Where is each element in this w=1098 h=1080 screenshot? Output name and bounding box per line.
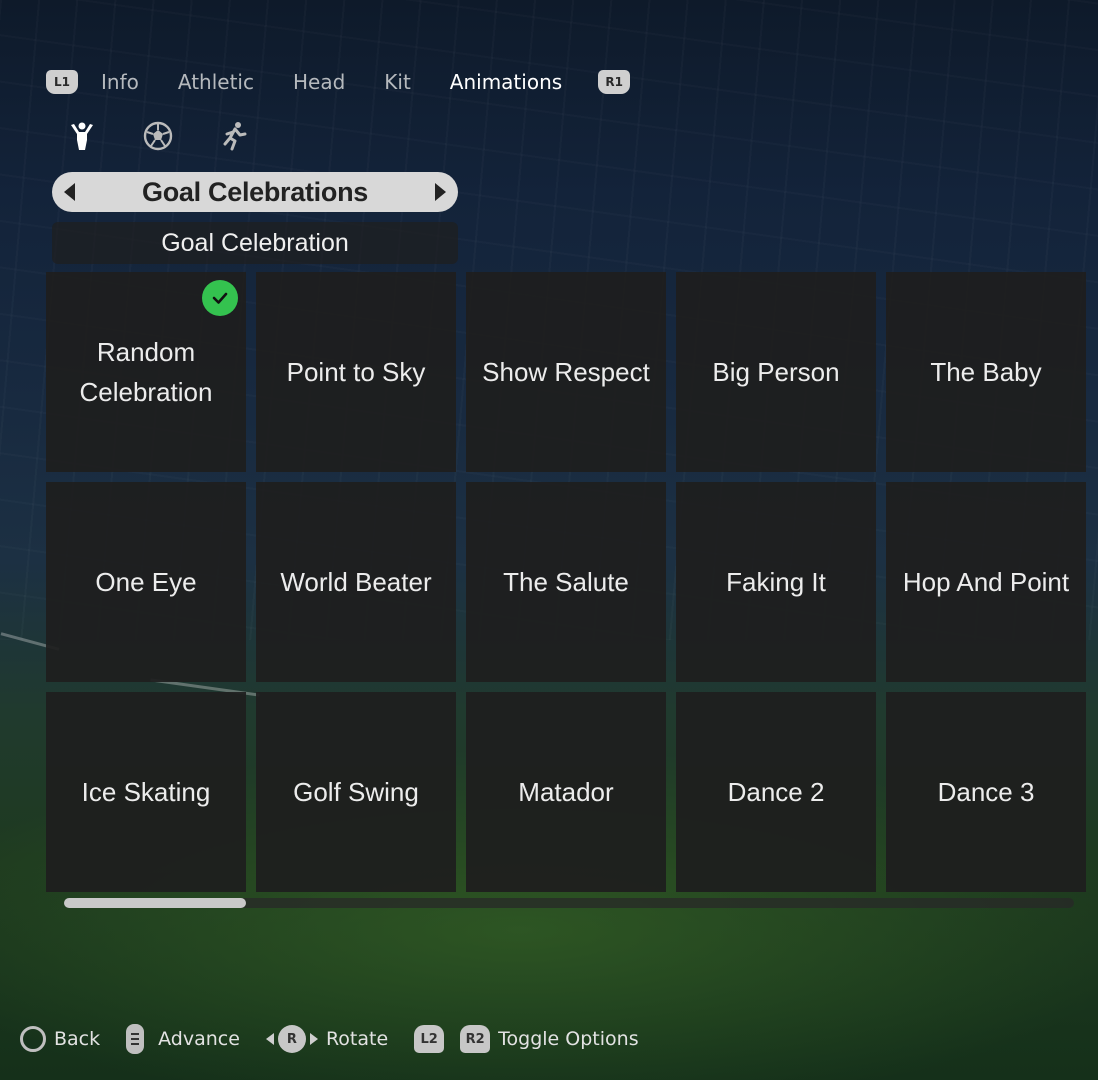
button-hints: Back Advance R Rotate L2 R2 Toggle Optio… <box>20 1020 665 1058</box>
celebration-tile[interactable]: Faking It <box>676 482 876 682</box>
celebration-tile[interactable]: Matador <box>466 692 666 892</box>
celebration-tile[interactable]: Golf Swing <box>256 692 456 892</box>
tile-label: Point to Sky <box>286 357 426 387</box>
section-header-label: Goal Celebration <box>161 228 349 257</box>
l2-button-icon: L2 <box>414 1025 445 1053</box>
ball-icon[interactable] <box>140 118 176 154</box>
left-triangle-icon <box>265 1033 274 1045</box>
r1-button-icon[interactable]: R1 <box>598 70 631 94</box>
celebration-tile[interactable]: World Beater <box>256 482 456 682</box>
toggle-options-hint[interactable]: L2 R2 Toggle Options <box>414 1025 639 1053</box>
celebration-tile[interactable]: Show Respect <box>466 272 666 472</box>
celebration-icon[interactable] <box>64 118 100 154</box>
advance-label: Advance <box>158 1028 240 1050</box>
tile-label: Hop And Point <box>902 567 1070 597</box>
touchpad-button-icon <box>126 1024 145 1054</box>
celebration-grid: Random Celebration Point to Sky Show Res… <box>46 272 1086 892</box>
tile-label: Ice Skating <box>81 777 211 807</box>
tile-label: World Beater <box>280 567 432 597</box>
tile-label: Random Celebration <box>79 337 213 407</box>
circle-button-icon <box>20 1026 46 1052</box>
tab-head[interactable]: Head <box>293 70 345 94</box>
celebration-tile[interactable]: Dance 3 <box>886 692 1086 892</box>
celebration-tile[interactable]: Hop And Point <box>886 482 1086 682</box>
left-arrow-icon[interactable] <box>64 183 75 201</box>
horizontal-scrollbar[interactable] <box>64 898 1074 908</box>
celebration-tile[interactable]: The Salute <box>466 482 666 682</box>
celebration-tile[interactable]: Dance 2 <box>676 692 876 892</box>
tile-label: Faking It <box>726 567 826 597</box>
celebration-tile[interactable]: Point to Sky <box>256 272 456 472</box>
celebration-tile[interactable]: The Baby <box>886 272 1086 472</box>
tile-label: Dance 2 <box>727 777 825 807</box>
celebration-tile[interactable]: Big Person <box>676 272 876 472</box>
rotate-label: Rotate <box>325 1028 389 1050</box>
selector-label: Goal Celebrations <box>142 176 368 207</box>
r2-button-icon: R2 <box>460 1025 491 1053</box>
tile-label: The Salute <box>503 567 629 597</box>
back-hint[interactable]: Back <box>20 1026 100 1052</box>
tile-label: One Eye <box>95 567 197 597</box>
tile-label: Dance 3 <box>937 777 1035 807</box>
celebration-tile[interactable]: One Eye <box>46 482 246 682</box>
running-icon[interactable] <box>216 118 252 154</box>
right-arrow-icon[interactable] <box>435 183 446 201</box>
tile-label: The Baby <box>930 357 1042 387</box>
right-stick-icon: R <box>277 1025 306 1053</box>
tile-label: Matador <box>518 777 614 807</box>
tile-label: Big Person <box>712 357 840 387</box>
right-triangle-icon <box>309 1033 318 1045</box>
rotate-hint[interactable]: R Rotate <box>265 1025 389 1053</box>
selected-check-icon <box>202 280 238 316</box>
celebration-type-selector[interactable]: Goal Celebrations <box>52 172 458 212</box>
tile-label: Golf Swing <box>293 777 419 807</box>
section-header: Goal Celebration <box>52 222 458 264</box>
celebration-tile[interactable]: Random Celebration <box>46 272 246 472</box>
animation-category-icons <box>64 118 252 154</box>
celebration-tile[interactable]: Ice Skating <box>46 692 246 892</box>
advance-hint[interactable]: Advance <box>126 1024 240 1054</box>
tile-label: Show Respect <box>482 357 650 387</box>
tab-athletic[interactable]: Athletic <box>178 70 254 94</box>
top-tab-bar: L1 Info Athletic Head Kit Animations R1 <box>46 64 631 100</box>
toggle-options-label: Toggle Options <box>498 1028 639 1050</box>
tab-kit[interactable]: Kit <box>384 70 411 94</box>
scrollbar-thumb[interactable] <box>64 898 246 908</box>
tab-info[interactable]: Info <box>101 70 139 94</box>
tab-animations[interactable]: Animations <box>450 70 562 94</box>
l1-button-icon[interactable]: L1 <box>46 70 78 94</box>
back-label: Back <box>54 1028 101 1050</box>
